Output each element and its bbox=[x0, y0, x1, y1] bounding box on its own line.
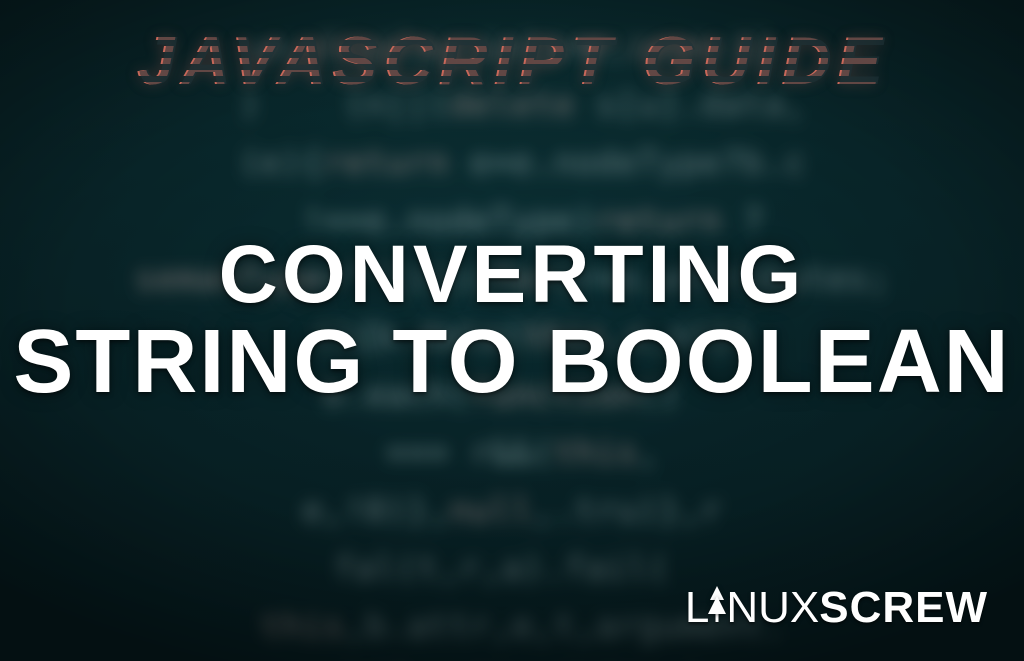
logo-bold-text: SCREW bbox=[819, 583, 988, 633]
title-line-2: STRING TO BOOLEAN bbox=[0, 319, 1024, 406]
logo-left-letter: L bbox=[685, 583, 709, 633]
title-line-1: CONVERTING bbox=[0, 235, 1024, 315]
logo-thin-text: NUX bbox=[726, 583, 819, 633]
series-banner: JAVASCRIPT GUIDE bbox=[0, 22, 1024, 100]
pine-tree-icon bbox=[710, 584, 724, 624]
banner-text: JAVASCRIPT GUIDE bbox=[137, 22, 888, 100]
main-title: CONVERTING STRING TO BOOLEAN bbox=[0, 235, 1024, 406]
site-logo: L NUX SCREW bbox=[685, 583, 988, 633]
